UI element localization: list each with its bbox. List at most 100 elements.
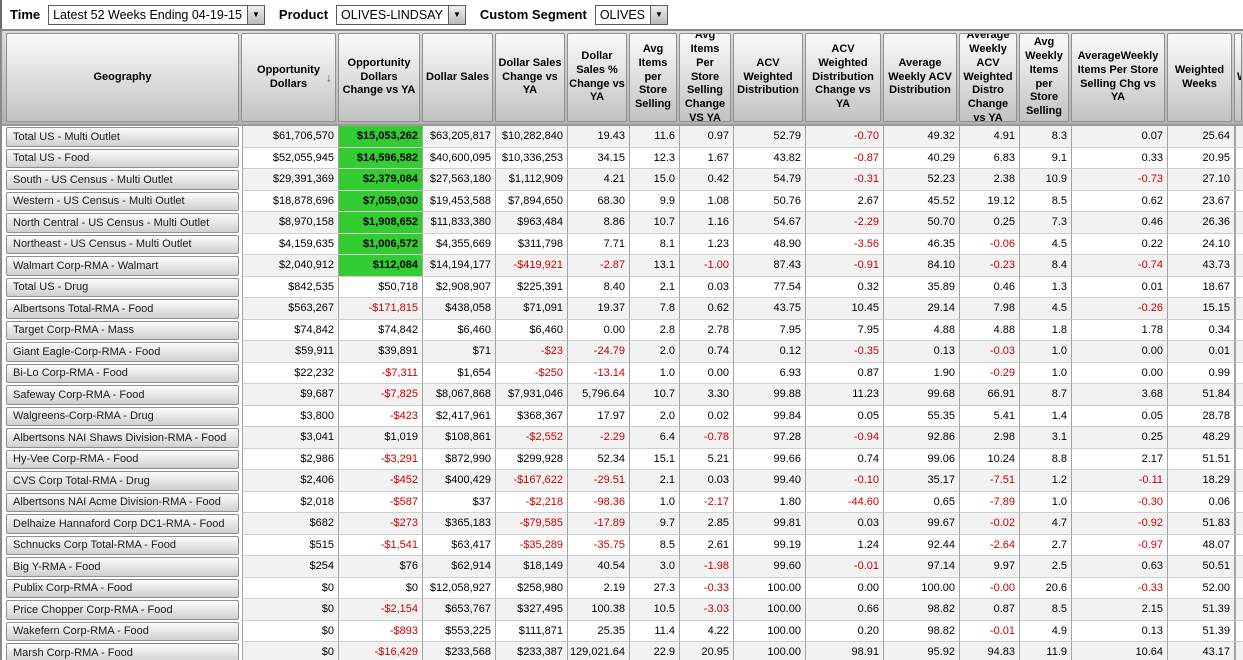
product-select[interactable]: OLIVES-LINDSAY ▼ — [336, 5, 466, 25]
value-cell-truncated — [1235, 578, 1243, 600]
value-cell: 0.01 — [1072, 277, 1168, 299]
value-cell: -$423 — [339, 406, 423, 428]
value-cell: 3.68 — [1072, 384, 1168, 406]
time-select[interactable]: Latest 52 Weeks Ending 04-19-15 ▼ — [48, 5, 265, 25]
value-cell: 1.0 — [1020, 341, 1072, 363]
value-cell: 7.71 — [568, 234, 630, 256]
value-cell: -0.03 — [960, 341, 1020, 363]
value-cell: $71 — [423, 341, 496, 363]
geography-cell[interactable]: Delhaize Hannaford Corp DC1-RMA - Food — [6, 514, 239, 534]
value-cell: $563,267 — [242, 298, 339, 320]
geography-cell[interactable]: Hy-Vee Corp-RMA - Food — [6, 450, 239, 470]
geography-column-header[interactable]: Geography — [6, 33, 239, 122]
geography-cell[interactable]: Price Chopper Corp-RMA - Food — [6, 600, 239, 620]
column-header[interactable]: Dollar Sales — [422, 33, 493, 122]
sort-descending-icon[interactable]: ↓ — [326, 70, 332, 85]
geography-cell[interactable]: Total US - Drug — [6, 278, 239, 298]
geography-cell[interactable]: Walgreens-Corp-RMA - Drug — [6, 407, 239, 427]
geography-cell[interactable]: Schnucks Corp Total-RMA - Food — [6, 536, 239, 556]
value-cell: 45.52 — [884, 191, 960, 213]
column-header-label: Avg Weekly Items per Store Selling — [1021, 36, 1067, 119]
value-cell: 1.78 — [1072, 320, 1168, 342]
geography-cell[interactable]: Albertsons NAI Shaws Division-RMA - Food — [6, 428, 239, 448]
value-cell: 4.21 — [568, 169, 630, 191]
column-header-label: Opportunity Dollars Change vs YA — [340, 57, 418, 98]
value-cell: 12.3 — [630, 148, 680, 170]
value-cell: 8.86 — [568, 212, 630, 234]
value-cell: 0.46 — [960, 277, 1020, 299]
segment-select[interactable]: OLIVES ▼ — [595, 5, 668, 25]
value-cell-truncated — [1235, 255, 1243, 277]
geography-cell-wrap: Price Chopper Corp-RMA - Food — [2, 599, 242, 621]
column-header[interactable]: Opportunity Dollars↓ — [241, 33, 336, 122]
value-cell: 1.08 — [680, 191, 734, 213]
dropdown-arrow-icon[interactable]: ▼ — [650, 6, 667, 24]
geography-cell[interactable]: Bi-Lo Corp-RMA - Food — [6, 364, 239, 384]
geography-cell[interactable]: Walmart Corp-RMA - Walmart — [6, 256, 239, 276]
value-cell: 1.3 — [1020, 277, 1072, 299]
value-cell: -0.11 — [1072, 470, 1168, 492]
value-cell: $59,911 — [242, 341, 339, 363]
column-header[interactable]: Avg Items Per Store Selling Change VS YA — [679, 33, 731, 122]
value-cell: 2.85 — [680, 513, 734, 535]
column-header[interactable]: Average Weekly ACV Distribution — [883, 33, 957, 122]
value-cell: 99.40 — [734, 470, 806, 492]
value-cell: $14,194,177 — [423, 255, 496, 277]
column-header[interactable]: Average Weekly ACV Weighted Distro Chang… — [959, 33, 1017, 122]
geography-cell[interactable]: North Central - US Census - Multi Outlet — [6, 213, 239, 233]
column-header-truncated[interactable]: W — [1234, 33, 1242, 122]
column-header[interactable]: ACV Weighted Distribution — [733, 33, 803, 122]
column-header[interactable]: ACV Weighted Distribution Change vs YA — [805, 33, 881, 122]
column-header[interactable]: AverageWeekly Items Per Store Selling Ch… — [1071, 33, 1165, 122]
column-header[interactable]: Opportunity Dollars Change vs YA — [338, 33, 420, 122]
geography-cell[interactable]: Total US - Food — [6, 149, 239, 169]
geography-cell[interactable]: Total US - Multi Outlet — [6, 127, 239, 147]
value-cell: 46.35 — [884, 234, 960, 256]
geography-cell[interactable]: Safeway Corp-RMA - Food — [6, 385, 239, 405]
value-cell: $233,387 — [496, 642, 568, 660]
geography-cell[interactable]: Western - US Census - Multi Outlet — [6, 192, 239, 212]
column-header[interactable]: Dollar Sales Change vs YA — [495, 33, 565, 122]
geography-cell[interactable]: Publix Corp-RMA - Food — [6, 579, 239, 599]
value-cell: 19.12 — [960, 191, 1020, 213]
column-header[interactable]: Weighted Weeks — [1167, 33, 1232, 122]
geography-cell[interactable]: Giant Eagle-Corp-RMA - Food — [6, 342, 239, 362]
value-cell: 17.97 — [568, 406, 630, 428]
geography-cell[interactable]: Albertsons NAI Acme Division-RMA - Food — [6, 493, 239, 513]
geography-cell-wrap: Walgreens-Corp-RMA - Drug — [2, 406, 242, 428]
table-row: Albertsons NAI Shaws Division-RMA - Food… — [2, 427, 1243, 449]
geography-cell[interactable]: Big Y-RMA - Food — [6, 557, 239, 577]
value-cell: 0.03 — [680, 277, 734, 299]
geography-cell-wrap: Total US - Food — [2, 148, 242, 170]
value-cell: $63,205,817 — [423, 126, 496, 148]
value-cell: 99.60 — [734, 556, 806, 578]
value-cell: $327,495 — [496, 599, 568, 621]
geography-cell[interactable]: Wakefern Corp-RMA - Food — [6, 622, 239, 642]
geography-cell-wrap: Marsh Corp-RMA - Food — [2, 642, 242, 660]
column-header[interactable]: Dollar Sales % Change vs YA — [567, 33, 627, 122]
geography-cell[interactable]: Northeast - US Census - Multi Outlet — [6, 235, 239, 255]
column-header[interactable]: Avg Items per Store Selling — [629, 33, 677, 122]
geography-cell[interactable]: CVS Corp Total-RMA - Drug — [6, 471, 239, 491]
dropdown-arrow-icon[interactable]: ▼ — [448, 6, 465, 24]
value-cell-truncated — [1235, 298, 1243, 320]
value-cell: 51.83 — [1168, 513, 1235, 535]
value-cell: $37 — [423, 492, 496, 514]
column-header[interactable]: Avg Weekly Items per Store Selling — [1019, 33, 1069, 122]
dropdown-arrow-icon[interactable]: ▼ — [247, 6, 264, 24]
geography-cell[interactable]: Target Corp-RMA - Mass — [6, 321, 239, 341]
value-cell-truncated — [1235, 556, 1243, 578]
geography-cell-wrap: Publix Corp-RMA - Food — [2, 578, 242, 600]
geography-cell-wrap: Albertsons NAI Shaws Division-RMA - Food — [2, 427, 242, 449]
geography-cell-wrap: Total US - Drug — [2, 277, 242, 299]
value-cell: 6.93 — [734, 363, 806, 385]
geography-cell[interactable]: South - US Census - Multi Outlet — [6, 170, 239, 190]
value-cell: 2.17 — [1072, 449, 1168, 471]
value-cell: 3.1 — [1020, 427, 1072, 449]
geography-cell[interactable]: Marsh Corp-RMA - Food — [6, 643, 239, 660]
value-cell: -$587 — [339, 492, 423, 514]
value-cell: 6.4 — [630, 427, 680, 449]
value-cell: -0.01 — [806, 556, 884, 578]
value-cell: 0.02 — [680, 406, 734, 428]
geography-cell[interactable]: Albertsons Total-RMA - Food — [6, 299, 239, 319]
